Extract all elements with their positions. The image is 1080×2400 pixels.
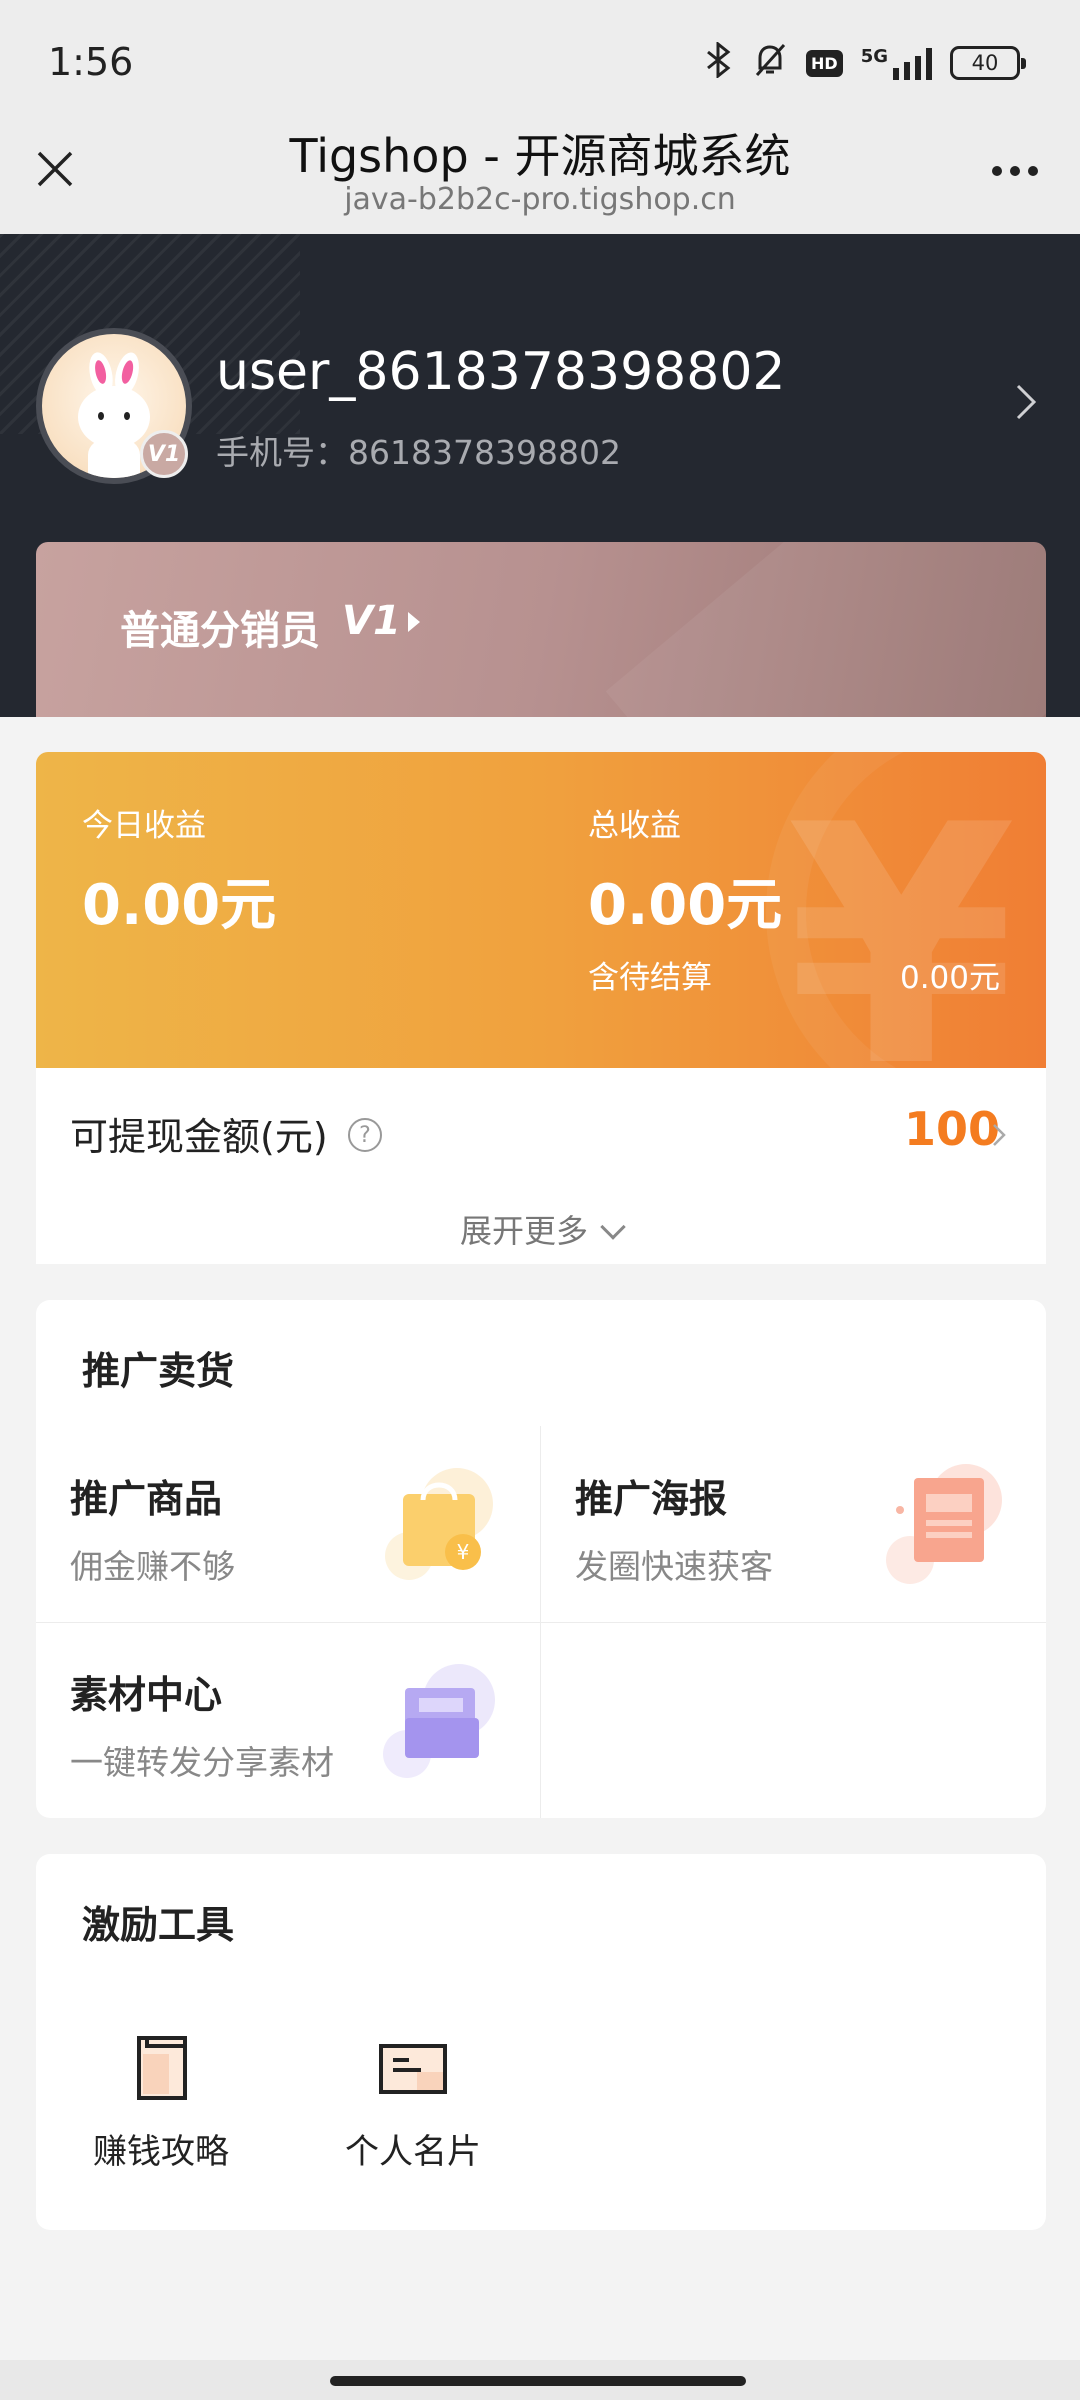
item-subtitle: 一键转发分享素材 — [70, 1743, 334, 1782]
more-dot-icon — [1028, 166, 1038, 176]
username: user_8618378398802 — [216, 342, 786, 402]
promote-poster-item[interactable]: 推广海报 发圈快速获客 — [541, 1426, 1046, 1622]
promote-section: 推广卖货 推广商品 佣金赚不够 ¥ 推广海报 发圈快速获客 素材中心 一键转发分… — [36, 1300, 1046, 1818]
item-title: 推广商品 — [70, 1477, 223, 1521]
chevron-right-icon[interactable] — [1006, 382, 1046, 422]
card-icon — [379, 2044, 447, 2094]
item-title: 素材中心 — [70, 1673, 223, 1717]
tool-label: 赚钱攻略 — [93, 2132, 229, 2172]
status-bar: 1:56 HD 5G 40 — [0, 0, 1080, 124]
home-indicator[interactable] — [330, 2376, 746, 2386]
pending-label: 含待结算 — [588, 960, 712, 996]
expand-more-button[interactable]: 展开更多 — [36, 1206, 1046, 1252]
browser-nav-bar: Tigshop - 开源商城系统 java-b2b2c-pro.tigshop.… — [0, 124, 1080, 234]
item-subtitle: 发圈快速获客 — [575, 1547, 773, 1586]
incentive-tools-section: 激励工具 赚钱攻略 个人名片 — [36, 1854, 1046, 2230]
help-icon[interactable]: ? — [348, 1118, 382, 1152]
page-url: java-b2b2c-pro.tigshop.cn — [344, 182, 736, 217]
tools-section-title: 激励工具 — [82, 1903, 235, 1947]
business-card-tool[interactable]: 个人名片 — [328, 2032, 498, 2182]
expand-more-label: 展开更多 — [459, 1212, 588, 1250]
more-menu-button[interactable] — [980, 146, 1050, 196]
tool-label: 个人名片 — [345, 2132, 481, 2172]
promote-products-item[interactable]: 推广商品 佣金赚不够 ¥ — [36, 1426, 541, 1622]
book-icon — [137, 2036, 187, 2100]
chevron-down-icon — [600, 1214, 626, 1240]
pending-value: 0.00元 — [899, 960, 1000, 996]
material-center-item[interactable]: 素材中心 一键转发分享素材 — [36, 1622, 541, 1818]
hd-badge: HD — [806, 49, 843, 77]
chevron-right-icon — [993, 1124, 1006, 1146]
withdrawable-amount-row[interactable]: 可提现金额(元) ? 100 展开更多 — [36, 1068, 1046, 1264]
caret-right-icon — [408, 612, 420, 632]
yen-watermark-icon: ¥ — [786, 755, 1016, 1068]
level-badge: V1 — [140, 430, 188, 478]
withdrawable-label: 可提现金额(元) — [70, 1115, 328, 1159]
total-earnings-value: 0.00元 — [588, 873, 783, 938]
total-earnings-label: 总收益 — [588, 808, 681, 844]
status-icons: HD 5G 40 — [704, 40, 1026, 84]
level-value: V1 — [342, 598, 401, 644]
more-dot-icon — [1010, 166, 1020, 176]
withdrawable-value: 100 — [903, 1102, 1000, 1156]
bluetooth-icon — [704, 40, 734, 84]
earning-guide-tool[interactable]: 赚钱攻略 — [76, 2032, 246, 2182]
mute-bell-icon — [752, 42, 788, 84]
phone-number: 手机号：8618378398802 — [216, 433, 621, 472]
svg-text:¥: ¥ — [457, 1540, 470, 1564]
signal-icon: 5G — [861, 46, 932, 80]
status-time: 1:56 — [48, 40, 134, 84]
more-dot-icon — [992, 166, 1002, 176]
today-earnings-value: 0.00元 — [82, 873, 277, 938]
folder-icon — [383, 1664, 495, 1778]
poster-icon — [886, 1464, 1002, 1584]
profile-header: V1 user_8618378398802 手机号：8618378398802 … — [0, 234, 1080, 717]
page-title: Tigshop - 开源商城系统 — [289, 129, 791, 183]
battery-icon: 40 — [950, 46, 1026, 80]
item-subtitle: 佣金赚不够 — [70, 1547, 235, 1586]
earnings-card: ¥ 今日收益 0.00元 总收益 0.00元 含待结算 0.00元 — [36, 752, 1046, 1068]
level-label: 普通分销员 — [120, 608, 320, 654]
distributor-level-card[interactable]: 普通分销员 V1 — [36, 542, 1046, 717]
item-title: 推广海报 — [575, 1477, 728, 1521]
network-type: 5G — [860, 46, 888, 67]
today-earnings-label: 今日收益 — [82, 808, 206, 844]
avatar[interactable]: V1 — [36, 328, 192, 484]
shopping-bag-icon: ¥ — [385, 1468, 493, 1580]
promote-section-title: 推广卖货 — [82, 1349, 235, 1393]
